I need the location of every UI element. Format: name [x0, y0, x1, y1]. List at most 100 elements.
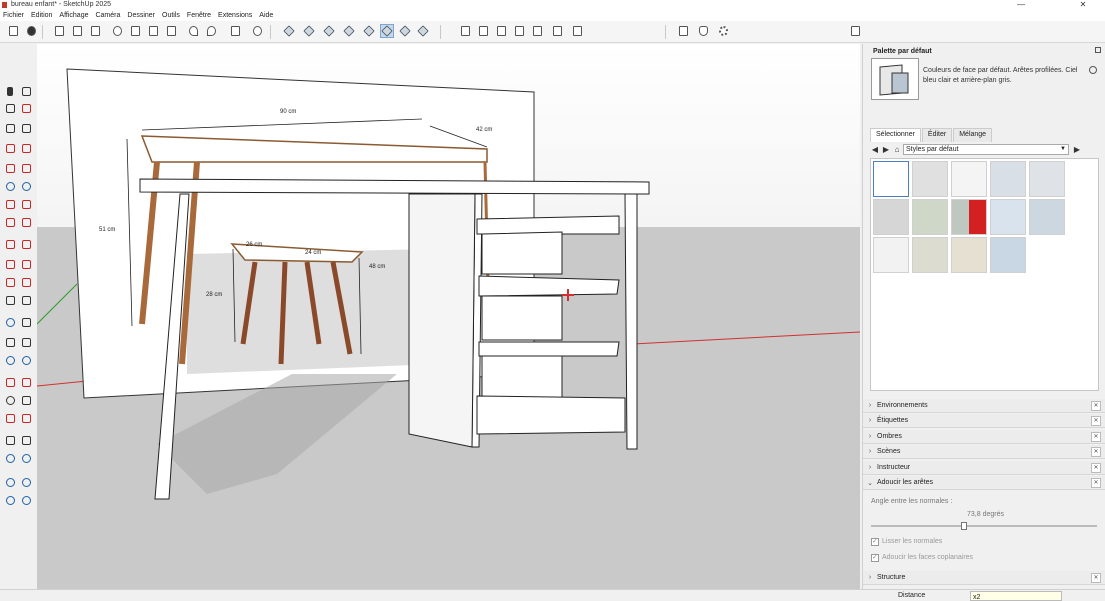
menu-outils[interactable]: Outils	[162, 12, 180, 19]
component-icon[interactable]	[3, 121, 17, 135]
section-scenes[interactable]: › Scènes ✕	[863, 445, 1105, 459]
close-button[interactable]: ✕	[1072, 0, 1094, 9]
close-section-icon[interactable]: ✕	[1091, 478, 1101, 488]
line-pencil-icon[interactable]	[3, 141, 17, 155]
push-pull-icon[interactable]	[19, 237, 33, 251]
move-icon[interactable]	[3, 237, 17, 251]
pan-hand-icon[interactable]	[696, 24, 710, 38]
panel-pin-icon[interactable]	[1095, 47, 1101, 53]
tape-measure-icon[interactable]	[3, 293, 17, 307]
polygon-icon[interactable]	[19, 179, 33, 193]
style-thumbnail[interactable]	[1029, 161, 1065, 197]
forward-arrow-icon[interactable]: ▶	[881, 145, 891, 155]
settings-gear-icon[interactable]	[716, 24, 730, 38]
style-thumbnail[interactable]	[951, 237, 987, 273]
save-icon[interactable]	[88, 24, 102, 38]
modeling-viewport[interactable]: 90 cm 42 cm 51 cm 26 cm 24 cm 28 cm 48 c…	[37, 44, 860, 589]
tab-edit[interactable]: Éditer	[921, 128, 953, 142]
axes-icon[interactable]	[3, 315, 17, 329]
menu-aide[interactable]: Aide	[259, 12, 273, 19]
front-view-icon[interactable]	[494, 24, 508, 38]
two-point-arc-icon[interactable]	[19, 197, 33, 211]
paint-bucket-icon[interactable]	[3, 101, 17, 115]
menu-fenetre[interactable]: Fenêtre	[187, 12, 211, 19]
new-file-icon[interactable]	[6, 24, 20, 38]
follow-me-icon[interactable]	[19, 257, 33, 271]
paste-icon[interactable]	[146, 24, 160, 38]
sandbox-contours-icon[interactable]	[3, 475, 17, 489]
sandbox-icon[interactable]	[19, 451, 33, 465]
details-arrow-icon[interactable]: ▶	[1072, 145, 1082, 155]
rectangle-icon[interactable]	[3, 161, 17, 175]
style-thumbnail[interactable]	[873, 199, 909, 235]
minimize-button[interactable]: —	[1010, 0, 1032, 9]
close-section-icon[interactable]: ✕	[1091, 573, 1101, 583]
sandbox-smoove-icon[interactable]	[19, 475, 33, 489]
orbit-icon[interactable]	[3, 353, 17, 367]
menu-camera[interactable]: Caméra	[95, 12, 120, 19]
three-point-arc-icon[interactable]	[3, 215, 17, 229]
zoom-window-icon[interactable]	[19, 393, 33, 407]
right-view-icon[interactable]	[512, 24, 526, 38]
position-camera-icon[interactable]	[3, 433, 17, 447]
style-thumbnail[interactable]	[1029, 199, 1065, 235]
3d-text-icon[interactable]	[19, 335, 33, 349]
style-thumbnail[interactable]	[912, 237, 948, 273]
offset-icon[interactable]	[19, 275, 33, 289]
look-around-eye-icon[interactable]	[3, 451, 17, 465]
select-arrow-icon[interactable]	[3, 84, 17, 98]
menu-dessiner[interactable]: Dessiner	[127, 12, 155, 19]
zoom-icon[interactable]	[3, 393, 17, 407]
close-section-icon[interactable]: ✕	[1091, 447, 1101, 457]
print-icon[interactable]	[228, 24, 242, 38]
dimension-icon[interactable]	[19, 315, 33, 329]
shaded-style-icon[interactable]	[362, 24, 376, 38]
arc-icon[interactable]	[3, 197, 17, 211]
rotate-icon[interactable]	[3, 257, 17, 271]
undo-icon[interactable]	[186, 24, 200, 38]
section-instructeur[interactable]: › Instructeur ✕	[863, 461, 1105, 475]
smooth-normals-checkbox[interactable]: ✓	[871, 538, 879, 546]
section-plane-tool-icon[interactable]	[3, 375, 17, 389]
pie-icon[interactable]	[19, 215, 33, 229]
text-label-icon[interactable]	[19, 353, 33, 367]
close-section-icon[interactable]: ✕	[1091, 432, 1101, 442]
soften-coplanar-checkbox[interactable]: ✓	[871, 554, 879, 562]
close-section-icon[interactable]: ✕	[1091, 416, 1101, 426]
measurements-box[interactable]: x2	[970, 591, 1062, 601]
style-thumbnail[interactable]	[990, 161, 1026, 197]
tab-mix[interactable]: Mélange	[953, 128, 993, 142]
tab-select[interactable]: Sélectionner	[870, 128, 921, 142]
style-thumbnail[interactable]	[951, 161, 987, 197]
close-section-icon[interactable]: ✕	[1091, 401, 1101, 411]
left-view-icon[interactable]	[550, 24, 564, 38]
eraser-icon[interactable]	[19, 101, 33, 115]
menu-affichage[interactable]: Affichage	[59, 12, 88, 19]
new-document-icon[interactable]	[52, 24, 66, 38]
redo-icon[interactable]	[204, 24, 218, 38]
top-view-icon[interactable]	[476, 24, 490, 38]
section-structure[interactable]: › Structure ✕	[863, 571, 1105, 585]
section-ombres[interactable]: › Ombres ✕	[863, 430, 1105, 444]
freehand-icon[interactable]	[19, 141, 33, 155]
sandbox-drape-icon[interactable]	[19, 493, 33, 507]
refresh-style-icon[interactable]	[1089, 66, 1097, 74]
hidden-line-style-icon[interactable]	[342, 24, 356, 38]
back-arrow-icon[interactable]: ◀	[870, 145, 880, 155]
ambient-style-icon[interactable]	[416, 24, 430, 38]
style-thumbnail[interactable]	[912, 199, 948, 235]
style-thumbnail[interactable]	[912, 161, 948, 197]
style-thumbnail[interactable]	[990, 199, 1026, 235]
menu-fichier[interactable]: Fichier	[3, 12, 24, 19]
collection-dropdown[interactable]: Styles par défaut ▼	[903, 144, 1069, 155]
cut-icon[interactable]	[110, 24, 124, 38]
style-thumbnail[interactable]	[990, 237, 1026, 273]
open-folder-icon[interactable]	[70, 24, 84, 38]
xray-style-icon[interactable]	[282, 24, 296, 38]
delete-icon[interactable]	[164, 24, 178, 38]
style-thumbnail[interactable]	[873, 161, 909, 197]
protractor-icon[interactable]	[19, 293, 33, 307]
text-icon[interactable]	[3, 335, 17, 349]
menu-extensions[interactable]: Extensions	[218, 12, 252, 19]
angle-slider-track[interactable]	[871, 525, 1097, 527]
